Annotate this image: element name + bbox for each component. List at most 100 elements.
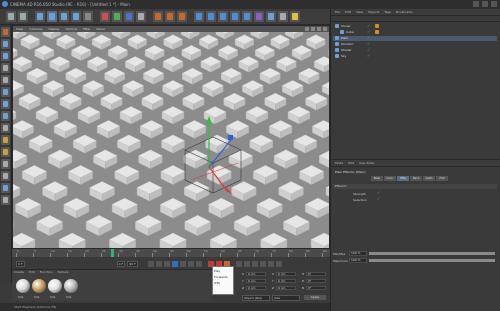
object-name[interactable]: Cloner bbox=[341, 24, 351, 28]
strength-row[interactable]: Strength ✓ bbox=[353, 191, 380, 197]
size-mode-select[interactable]: Size bbox=[272, 295, 300, 301]
deformer-icon[interactable] bbox=[254, 11, 264, 22]
position-x-field[interactable]: 0 cm bbox=[246, 272, 266, 276]
polygons-mode-icon[interactable] bbox=[1, 111, 10, 121]
scale-key-button[interactable] bbox=[243, 260, 250, 267]
model-mode-icon[interactable] bbox=[1, 39, 10, 49]
tag-icon[interactable] bbox=[375, 24, 379, 28]
attribute-tab[interactable]: Defo bbox=[423, 176, 435, 181]
viewport-menu-item[interactable]: Options bbox=[66, 27, 78, 31]
viewport-menu-item[interactable]: View bbox=[16, 27, 23, 31]
frame-ruler[interactable]: 0 5 10 15 20 25 30 35 40 45 50 55 60 65 70 75 80 85 90 bbox=[12, 249, 330, 257]
cube-icon[interactable] bbox=[194, 11, 204, 22]
object-menu-item[interactable]: Edit bbox=[345, 10, 351, 14]
timeline-menu-button[interactable] bbox=[275, 260, 282, 267]
object-name[interactable]: Plain bbox=[341, 36, 348, 40]
attribute-menu-item[interactable]: Mode bbox=[335, 161, 343, 165]
light-icon[interactable] bbox=[290, 11, 300, 22]
y-axis-icon[interactable] bbox=[112, 11, 122, 22]
min-max-slider[interactable] bbox=[369, 252, 495, 255]
object-row[interactable]: Random ✓ bbox=[333, 42, 497, 47]
maximum-slider[interactable] bbox=[369, 259, 495, 262]
checkmark-icon[interactable]: ✓ bbox=[377, 197, 380, 201]
attribute-tab[interactable]: Coor bbox=[384, 176, 396, 181]
live-selection-icon[interactable] bbox=[35, 11, 45, 22]
camera-icon[interactable] bbox=[278, 11, 288, 22]
lock-workplane-icon[interactable] bbox=[1, 159, 10, 169]
size-z-field[interactable]: 0 cm bbox=[276, 286, 296, 290]
undo-icon[interactable] bbox=[6, 11, 16, 22]
object-name[interactable]: Sky bbox=[341, 54, 346, 58]
attribute-tab[interactable]: Basi bbox=[371, 176, 383, 181]
material-swatch[interactable] bbox=[48, 279, 62, 293]
viewport-menu-item[interactable]: Filter bbox=[83, 27, 90, 31]
close-icon[interactable] bbox=[491, 1, 497, 7]
min-max-slider-row[interactable]: Min/Max 100 % bbox=[333, 251, 497, 257]
rotate-icon[interactable] bbox=[71, 11, 81, 22]
maximum-field[interactable]: 100 % bbox=[349, 258, 367, 263]
attribute-tab[interactable]: Effe bbox=[397, 176, 409, 181]
coordinate-system-icon[interactable] bbox=[136, 11, 146, 22]
object-row[interactable]: Plain ✓ bbox=[333, 36, 497, 41]
object-name[interactable]: Shader bbox=[341, 48, 352, 52]
material-label[interactable]: Mat bbox=[18, 295, 24, 299]
x-axis-icon[interactable] bbox=[100, 11, 110, 22]
z-axis-icon[interactable] bbox=[124, 11, 134, 22]
material-swatch[interactable] bbox=[32, 279, 46, 293]
orbit-icon[interactable] bbox=[317, 27, 321, 31]
pan-icon[interactable] bbox=[305, 27, 309, 31]
enabled-checkmark-icon[interactable]: ✓ bbox=[367, 24, 370, 28]
checkmark-icon[interactable]: ✓ bbox=[377, 191, 380, 195]
size-x-field[interactable]: 0 cm bbox=[276, 272, 296, 276]
object-mode-icon[interactable] bbox=[1, 51, 10, 61]
material-swatch[interactable] bbox=[16, 279, 30, 293]
redo-icon[interactable] bbox=[18, 11, 28, 22]
material-menu-item[interactable]: Function bbox=[40, 270, 53, 275]
minimize-icon[interactable] bbox=[473, 1, 479, 7]
maximum-slider-row[interactable]: Maximum 100 % bbox=[333, 258, 497, 264]
material-menu-item[interactable]: Edit bbox=[29, 270, 35, 275]
go-to-start-button[interactable] bbox=[147, 260, 154, 267]
object-row[interactable]: Cloner ✓ bbox=[333, 24, 497, 29]
snap-icon[interactable] bbox=[1, 147, 10, 157]
object-name[interactable]: Random bbox=[341, 42, 353, 46]
tweak-mode-icon[interactable] bbox=[1, 135, 10, 145]
selection-row[interactable]: Selection ✓ bbox=[353, 197, 380, 203]
tag-icon[interactable] bbox=[375, 30, 379, 34]
position-z-field[interactable]: 0 cm bbox=[246, 286, 266, 290]
attribute-tab[interactable]: Para bbox=[410, 176, 422, 181]
min-max-field[interactable]: 100 % bbox=[349, 251, 367, 256]
nurbs-icon[interactable] bbox=[242, 11, 252, 22]
render-picture-viewer-icon[interactable] bbox=[165, 11, 175, 22]
enabled-checkmark-icon[interactable]: ✓ bbox=[367, 30, 370, 34]
rotation-key-button[interactable] bbox=[251, 260, 258, 267]
object-row[interactable]: Cube ✓ bbox=[333, 30, 497, 35]
min-frame-field[interactable]: 0 F bbox=[116, 260, 126, 267]
max-frame-field[interactable]: 90 F bbox=[127, 260, 138, 267]
material-label[interactable]: Mat bbox=[50, 295, 56, 299]
enable-axis-icon[interactable] bbox=[1, 123, 10, 133]
render-settings-icon[interactable] bbox=[177, 11, 187, 22]
zoom-icon[interactable] bbox=[311, 27, 315, 31]
spline-icon[interactable] bbox=[230, 11, 240, 22]
previous-frame-button[interactable] bbox=[163, 260, 170, 267]
playhead[interactable] bbox=[111, 249, 114, 257]
scene-icon[interactable] bbox=[266, 11, 276, 22]
object-row[interactable]: Shader ✓ bbox=[333, 48, 497, 53]
go-to-end-button[interactable] bbox=[195, 260, 202, 267]
object-menu-item[interactable]: Tags bbox=[384, 10, 391, 14]
viewport-menu-item[interactable]: Panel bbox=[97, 27, 105, 31]
coord-mode-select[interactable]: Object (Rel) bbox=[242, 295, 270, 301]
size-y-field[interactable]: 0 cm bbox=[276, 279, 296, 283]
next-frame-button[interactable] bbox=[179, 260, 186, 267]
object-menu-item[interactable]: Bookmarks bbox=[396, 10, 413, 14]
next-key-button[interactable] bbox=[187, 260, 194, 267]
rotation-b-field[interactable]: 0° bbox=[306, 286, 326, 290]
position-y-field[interactable]: 0 cm bbox=[246, 279, 266, 283]
array-icon[interactable] bbox=[218, 11, 228, 22]
material-label[interactable]: Mat bbox=[66, 295, 72, 299]
object-name[interactable]: Cube bbox=[346, 30, 354, 34]
enabled-checkmark-icon[interactable]: ✓ bbox=[367, 48, 370, 52]
point-level-key-button[interactable] bbox=[267, 260, 274, 267]
layer-icon[interactable] bbox=[1, 183, 10, 193]
